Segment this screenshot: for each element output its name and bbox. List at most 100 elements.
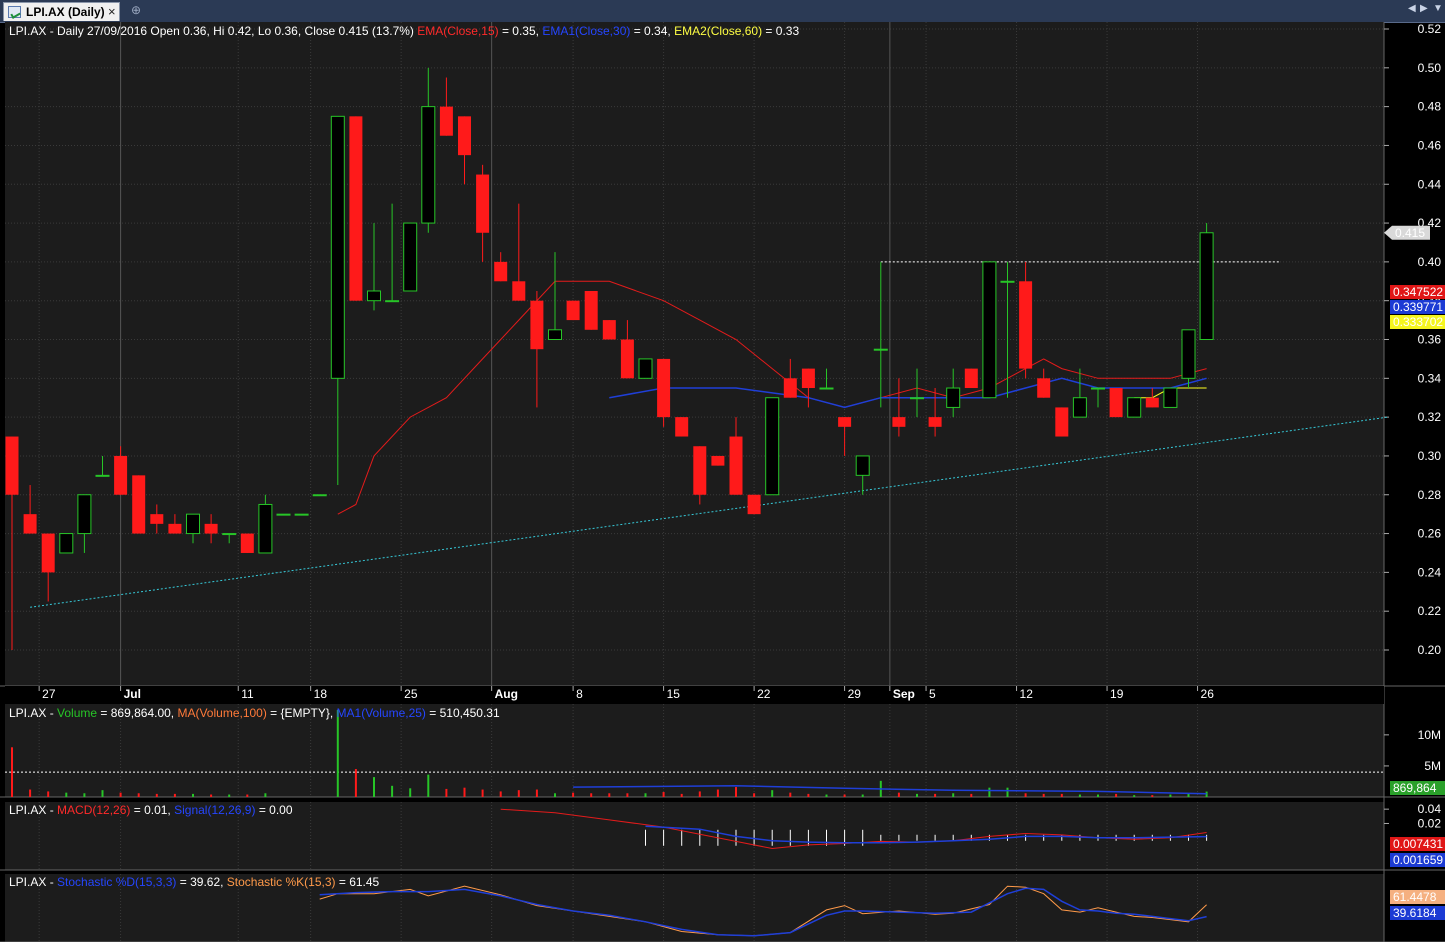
chart-icon	[8, 6, 21, 18]
candle-body-up	[819, 387, 834, 390]
candle-body-down	[439, 106, 453, 136]
candle-body-down	[964, 368, 978, 389]
candle-body-down	[240, 533, 254, 553]
candle-body-up	[982, 261, 997, 399]
macd-pane-header-part: MACD(12,26)	[57, 803, 130, 817]
tab-menu-icon[interactable]: ▼	[1433, 3, 1443, 14]
candle-body-down	[892, 417, 906, 427]
candle-body-down	[458, 116, 471, 156]
chart-area[interactable]: 0.520.500.480.460.440.420.400.380.360.34…	[0, 22, 1445, 942]
macd-pane-header-part: LPI.AX -	[9, 803, 57, 817]
price-pane-header-part: LPI.AX - Daily 27/09/2016 Open 0.36, Hi …	[9, 24, 417, 38]
candle-body-up	[312, 494, 327, 497]
macd-y-tick-label: 0.02	[1418, 816, 1442, 830]
price-pane-header-part: EMA2(Close,60)	[674, 24, 762, 38]
candle-body-up	[765, 397, 780, 496]
candle-body-up	[258, 503, 273, 554]
x-axis-date-label: 19	[1110, 687, 1124, 701]
candle-body-down	[838, 417, 852, 427]
candle-body-down	[747, 494, 761, 515]
pane-bg-0	[5, 22, 1384, 686]
stochastic-pane-header-part: = 39.62,	[176, 875, 226, 889]
candle-body-down	[711, 455, 725, 466]
volume-pane-header-part: LPI.AX -	[9, 706, 57, 720]
price-y-tick-label: 0.44	[1418, 177, 1442, 191]
price-y-tick-label: 0.26	[1418, 527, 1442, 541]
candle-body-down	[168, 523, 182, 534]
price-y-tick-label: 0.48	[1418, 100, 1442, 114]
price-y-tick-label: 0.46	[1418, 138, 1442, 152]
price-pane-header-part: EMA1(Close,30)	[542, 24, 630, 38]
x-axis-date-label: 5	[929, 687, 936, 701]
candle-body-down	[566, 300, 580, 321]
candle-body-up	[385, 300, 400, 303]
candle-body-up	[276, 513, 291, 516]
x-axis-date-label: 11	[241, 687, 254, 701]
stochastic-pane-header-part: LPI.AX -	[9, 875, 57, 889]
price-pane-header-part: = 0.33	[762, 24, 799, 38]
x-axis-date-label: 12	[1020, 687, 1034, 701]
candle-body-up	[367, 290, 381, 302]
scroll-right-icon[interactable]: ▶	[1420, 3, 1428, 14]
macd-signal-value-label: 0.001659	[1393, 853, 1443, 867]
candle-body-down	[693, 446, 707, 495]
stochastic-pane-header-part: Stochastic %K(15,3)	[227, 875, 336, 889]
candle-body-up	[77, 494, 92, 535]
candle-body-down	[494, 261, 508, 282]
price-y-tick-label: 0.36	[1418, 333, 1442, 347]
price-y-tick-label: 0.50	[1418, 61, 1442, 75]
candle-body-down	[602, 320, 616, 340]
candle-body-down	[512, 281, 526, 301]
candle-body-up	[910, 397, 924, 400]
price-pane-header: LPI.AX - Daily 27/09/2016 Open 0.36, Hi …	[9, 24, 799, 38]
date-axis-strip	[5, 686, 1384, 704]
volume-pane-header-part: = {EMPTY},	[267, 706, 337, 720]
stochastic-pane-header-part: Stochastic %D(15,3,3)	[57, 875, 176, 889]
candle-body-down	[584, 290, 598, 330]
macd-y-tick-label: 0.04	[1418, 802, 1442, 816]
candle-body-down	[1037, 378, 1051, 398]
candle-body-up	[1181, 329, 1196, 379]
volume-pane-header-part: MA1(Volume,25)	[337, 706, 426, 720]
candle-body-up	[294, 513, 309, 516]
scroll-left-icon[interactable]: ◀	[1408, 3, 1416, 14]
candle-body-up	[330, 115, 345, 379]
close-icon[interactable]: ×	[108, 4, 116, 19]
candle-body-up	[1127, 397, 1142, 418]
candle-body-up	[946, 387, 961, 408]
candle-body-down	[132, 475, 146, 534]
price-pane-header-part: EMA(Close,15)	[417, 24, 498, 38]
candle-body-up	[638, 358, 653, 379]
candle-body-down	[1109, 388, 1123, 418]
candle-body-up	[59, 533, 74, 554]
volume-pane-header-part: = 510,450.31	[426, 706, 500, 720]
candle-body-down	[476, 174, 490, 233]
candle-body-up	[1000, 280, 1015, 283]
candle-body-down	[204, 523, 218, 534]
chart-tab[interactable]: LPI.AX (Daily) ×	[3, 2, 120, 21]
x-axis-date-label: Jul	[124, 687, 141, 701]
macd-value-label: 0.007431	[1393, 837, 1443, 851]
stochastic-pane-header: LPI.AX - Stochastic %D(15,3,3) = 39.62, …	[9, 875, 380, 889]
candle-body-up	[1163, 387, 1178, 408]
candle-body-down	[801, 368, 815, 389]
stochastic-k-value-label: 61.4478	[1393, 890, 1437, 904]
price-y-tick-label: 0.30	[1418, 449, 1442, 463]
x-axis-date-label: 26	[1201, 687, 1215, 701]
candle-body-up	[855, 455, 870, 476]
candle-body-up	[873, 348, 888, 351]
candle-body-down	[1145, 397, 1159, 408]
candle-body-down	[675, 417, 689, 437]
macd-pane-header-part: = 0.00	[255, 803, 292, 817]
candle-body-down	[783, 378, 797, 398]
volume-pane-header-part: Volume	[57, 706, 97, 720]
candle-body-up	[548, 329, 562, 340]
price-y-tick-label: 0.40	[1418, 255, 1442, 269]
candle-body-up	[95, 474, 110, 477]
candle-body-down	[729, 436, 743, 495]
new-tab-icon[interactable]: ⊕	[131, 3, 141, 17]
ema-value-label: 0.339771	[1393, 300, 1443, 314]
ema-value-label: 0.347522	[1393, 285, 1443, 299]
x-axis-date-label: 27	[42, 687, 56, 701]
candle-body-down	[23, 514, 37, 534]
